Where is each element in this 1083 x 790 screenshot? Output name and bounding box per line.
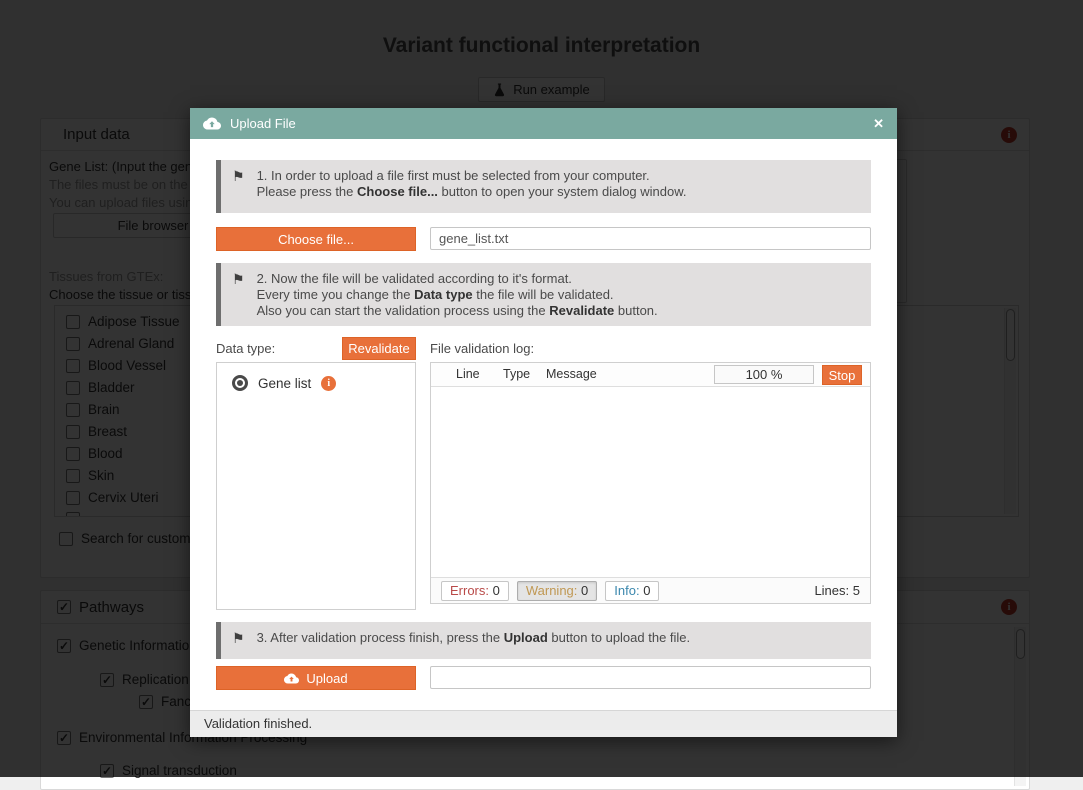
radio-selected-icon[interactable]: [232, 375, 248, 391]
lines-count: Lines: 5: [814, 583, 860, 598]
modal-footer-status: Validation finished.: [190, 710, 897, 737]
modal-body: ⚑ 1. In order to upload a file first mus…: [190, 139, 897, 710]
step2-instruction: ⚑ 2. Now the file will be validated acco…: [216, 263, 871, 326]
info-icon[interactable]: i: [321, 376, 336, 391]
modal-header: Upload File ✕: [190, 108, 897, 139]
upload-path-input[interactable]: [430, 666, 871, 689]
step3-instruction: ⚑ 3. After validation process finish, pr…: [216, 622, 871, 659]
gene-list-option-label: Gene list: [258, 376, 311, 391]
log-col-line: Line: [456, 367, 480, 381]
data-type-box: Gene list i: [216, 362, 416, 610]
data-type-label: Data type:: [216, 341, 275, 356]
choose-file-button[interactable]: Choose file...: [216, 227, 416, 251]
log-col-type: Type: [503, 367, 530, 381]
flag-icon: ⚑: [232, 168, 245, 205]
log-table-header: Line Type Message 100 % Stop: [431, 363, 870, 387]
step3-text: 3. After validation process finish, pres…: [257, 630, 691, 651]
log-col-message: Message: [546, 367, 597, 381]
warning-badge[interactable]: Warning: 0: [517, 581, 597, 601]
log-table-footer: Errors: 0 Warning: 0 Info: 0 Lines: 5: [431, 577, 870, 603]
stop-button[interactable]: Stop: [822, 365, 862, 385]
close-icon[interactable]: ✕: [873, 116, 884, 132]
upload-button[interactable]: Upload: [216, 666, 416, 690]
validation-progress: 100 %: [714, 365, 814, 384]
validation-log-label: File validation log:: [430, 341, 534, 356]
validation-log-table: Line Type Message 100 % Stop Errors: 0 W…: [430, 362, 871, 604]
upload-button-label: Upload: [306, 671, 347, 686]
info-badge[interactable]: Info: 0: [605, 581, 659, 601]
flag-icon: ⚑: [232, 271, 245, 318]
step1-text: 1. In order to upload a file first must …: [257, 168, 687, 205]
upload-file-modal: Upload File ✕ ⚑ 1. In order to upload a …: [190, 108, 897, 737]
cloud-upload-icon: [203, 117, 221, 130]
file-name-input[interactable]: [430, 227, 871, 250]
revalidate-button[interactable]: Revalidate: [342, 337, 416, 360]
step2-text: 2. Now the file will be validated accord…: [257, 271, 658, 318]
step1-instruction: ⚑ 1. In order to upload a file first mus…: [216, 160, 871, 213]
modal-title: Upload File: [230, 116, 296, 131]
gene-list-option[interactable]: Gene list i: [232, 375, 336, 391]
cloud-upload-icon: [284, 673, 299, 684]
flag-icon: ⚑: [232, 630, 245, 651]
errors-badge[interactable]: Errors: 0: [441, 581, 509, 601]
